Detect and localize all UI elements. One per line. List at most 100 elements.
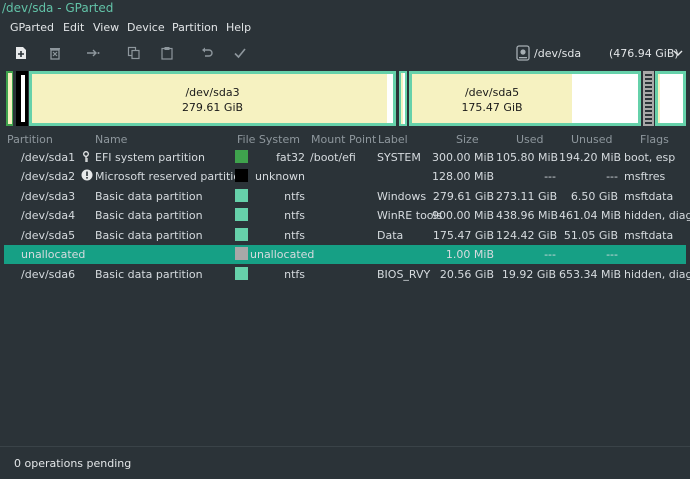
diskmap-sda3-name: /dev/sda3 [185,86,240,99]
apply-icon [234,48,246,59]
menu-view[interactable]: View [93,21,119,34]
device-selector[interactable]: /dev/sda (476.94 GiB) [512,43,688,65]
cell-unused: 653.34 MiB [559,268,622,281]
undo-button[interactable] [198,44,216,62]
col-mountpoint[interactable]: Mount Point [311,133,376,146]
cell-unused: --- [606,248,618,261]
disk-map: /dev/sda3 279.61 GiB /dev/sda5 175.47 Gi… [6,71,686,126]
cell-flags: boot, esp [624,151,676,164]
partition-table-header: Partition Name File System Mount Point L… [0,131,690,147]
col-filesystem[interactable]: File System [237,133,300,146]
delete-partition-button[interactable] [46,44,64,62]
cell-size: 900.00 MiB [432,209,495,222]
cell-mountpoint: /boot/efi [310,151,356,164]
menu-help[interactable]: Help [226,21,251,34]
diskmap-sda6[interactable] [655,71,686,126]
cell-unused: 194.20 MiB [559,151,622,164]
table-row[interactable]: unallocated unallocated 1.00 MiB --- --- [4,245,686,264]
resize-move-button[interactable] [84,44,102,62]
cell-filesystem: fat32 [276,151,305,164]
harddisk-icon [516,45,530,61]
col-flags[interactable]: Flags [640,133,669,146]
table-row[interactable]: /dev/sda4 Basic data partition ntfs WinRE t… [4,206,690,225]
cell-filesystem: ntfs [284,268,305,281]
cell-filesystem: ntfs [284,209,305,222]
cell-filesystem: unallocated [250,248,315,261]
cell-used: 19.92 GiB [501,268,556,281]
cell-used: 124.42 GiB [496,229,558,242]
cell-name: Basic data partition [95,268,203,281]
cell-label: Data [377,229,404,242]
cell-filesystem: ntfs [284,229,305,242]
cell-label: SYSTEM [377,151,421,164]
status-bar: 0 operations pending [0,446,690,479]
paste-button[interactable] [158,44,176,62]
col-name[interactable]: Name [95,133,127,146]
col-unused[interactable]: Unused [571,133,612,146]
diskmap-sda4[interactable] [399,71,407,126]
cell-unused: 6.50 GiB [570,190,618,203]
cell-flags: hidden, diag [624,209,690,222]
cell-size: 128.00 MiB [432,170,495,183]
delete-icon [50,48,60,60]
cell-name: Microsoft reserved partition [95,170,248,183]
menu-partition[interactable]: Partition [172,21,218,34]
cell-partition: unallocated [21,248,86,261]
cell-partition: /dev/sda6 [21,268,76,281]
copy-icon [127,46,140,60]
cell-partition: /dev/sda2 [21,170,76,183]
diskmap-sda5-size: 175.47 GiB [461,101,523,114]
cell-size: 1.00 MiB [445,248,494,261]
apply-button[interactable] [231,44,249,62]
cell-name: EFI system partition [95,151,205,164]
cell-unused: 51.05 GiB [563,229,618,242]
copy-button[interactable] [125,44,143,62]
menu-device[interactable]: Device [127,21,165,34]
filesystem-swatch [235,150,248,163]
col-label[interactable]: Label [378,133,408,146]
cell-used: 273.11 GiB [496,190,558,203]
device-name: /dev/sda [534,47,582,60]
warning-icon [81,169,93,184]
chevron-down-icon [673,50,683,56]
cell-partition: /dev/sda1 [21,151,76,164]
cell-size: 300.00 MiB [432,151,495,164]
undo-icon [202,47,213,57]
diskmap-sda5[interactable]: /dev/sda5 175.47 GiB [409,71,641,126]
cell-used: --- [544,170,556,183]
cell-used: --- [544,248,556,261]
diskmap-sda2[interactable] [16,71,28,126]
col-used[interactable]: Used [516,133,544,146]
menu-gparted[interactable]: GParted [10,21,54,34]
filesystem-swatch [235,267,248,280]
cell-size: 175.47 GiB [432,229,494,242]
cell-flags: msftdata [624,229,674,242]
cell-size: 20.56 GiB [439,268,494,281]
cell-name: Basic data partition [95,209,203,222]
cell-used: 438.96 MiB [496,209,559,222]
cell-name: Basic data partition [95,229,203,242]
table-row[interactable]: /dev/sda3 Basic data partition ntfs Windows… [4,187,686,206]
table-row[interactable]: /dev/sda5 Basic data partition ntfs Data 175… [4,226,686,245]
diskmap-sda3[interactable]: /dev/sda3 279.61 GiB [29,71,396,126]
menu-edit[interactable]: Edit [63,21,84,34]
cell-filesystem: unknown [255,170,305,183]
col-size[interactable]: Size [456,133,479,146]
diskmap-sda1[interactable] [6,71,13,126]
table-row[interactable]: /dev/sda6 Basic data partition ntfs BIOS_RV… [4,265,690,284]
cell-unused: --- [606,170,618,183]
cell-partition: /dev/sda5 [21,229,76,242]
new-partition-button[interactable] [12,44,30,62]
cell-size: 279.61 GiB [432,190,494,203]
resize-move-icon [87,49,100,57]
table-row[interactable]: /dev/sda1 EFI system partition fat32/boot/… [4,148,686,167]
diskmap-sda5-name: /dev/sda5 [464,86,520,99]
filesystem-swatch [235,247,248,260]
filesystem-swatch [235,189,248,202]
operations-pending: 0 operations pending [14,457,132,470]
table-row[interactable]: /dev/sda2 Microsoft reserved partition unk… [4,167,686,186]
diskmap-unallocated[interactable] [643,71,654,126]
col-partition[interactable]: Partition [7,133,53,146]
device-size: (476.94 GiB) [609,47,679,60]
diskmap-sda3-size: 279.61 GiB [181,101,244,114]
